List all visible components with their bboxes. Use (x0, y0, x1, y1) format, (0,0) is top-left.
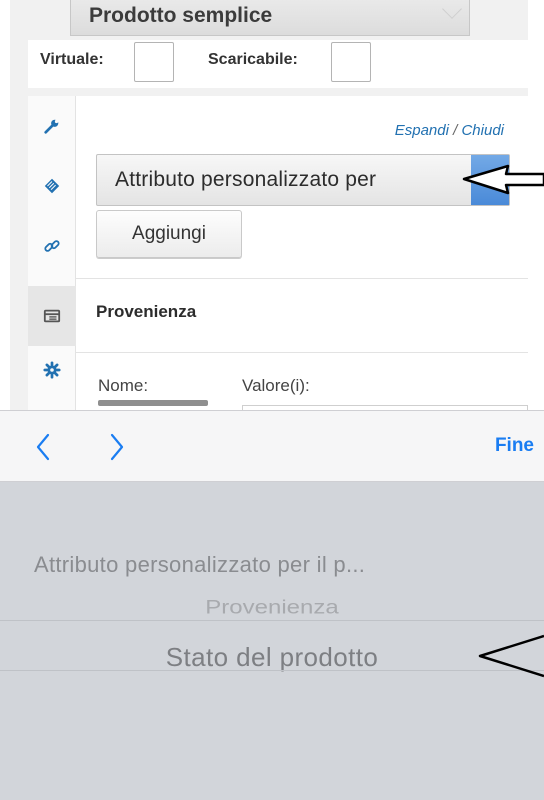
downloadable-label: Scaricabile: (208, 51, 298, 68)
chevron-right-icon[interactable] (102, 431, 130, 463)
picker-option[interactable]: Attributo personalizzato per il p... (34, 552, 365, 578)
screen: Prodotto semplice Virtuale: Scaricabile: (0, 0, 544, 800)
attribute-taxonomy-select[interactable]: Attributo personalizzato per (96, 154, 510, 206)
done-button[interactable]: Fine (495, 435, 534, 457)
annotation-arrow-icon (478, 634, 544, 678)
product-data-tabs (28, 96, 76, 410)
selection-line-bottom (0, 670, 544, 671)
chevron-down-icon (442, 0, 462, 19)
picker-option-selected[interactable]: Stato del prodotto (0, 642, 544, 673)
table-icon (43, 309, 61, 323)
picker-toolbar: Fine (0, 410, 544, 482)
gear-icon (43, 361, 61, 379)
attribute-values-label: Valore(i): (242, 376, 310, 395)
tab-inventory[interactable] (28, 156, 76, 216)
tab-advanced[interactable] (28, 340, 76, 400)
virtual-checkbox[interactable] (134, 42, 174, 82)
expand-link[interactable]: Espandi (395, 122, 449, 139)
attribute-name-label: Nome: (98, 376, 149, 395)
attributes-panel: Espandi / Chiudi Attributo personalizzat… (76, 96, 528, 415)
add-attribute-label: Aggiungi (132, 223, 206, 244)
tag-icon (44, 178, 60, 194)
picker-wheel[interactable]: Attributo personalizzato per il p... Pro… (0, 482, 544, 800)
annotation-arrow-icon (462, 164, 544, 195)
wrench-icon (44, 119, 59, 134)
selection-line-top (0, 620, 544, 621)
picker-option[interactable]: Provenienza (0, 597, 544, 619)
divider (76, 278, 528, 279)
chevron-left-icon[interactable] (30, 431, 58, 463)
attribute-name-value (98, 400, 208, 406)
expand-collapse-links: Espandi / Chiudi (395, 122, 504, 139)
downloadable-checkbox[interactable] (331, 42, 371, 82)
product-type-select[interactable]: Prodotto semplice (70, 0, 470, 36)
attribute-select-value: Attributo personalizzato per (115, 168, 377, 191)
tab-attributes[interactable] (28, 286, 76, 346)
separator: / (453, 122, 458, 139)
product-type-value: Prodotto semplice (89, 4, 273, 27)
tab-linked-products[interactable] (28, 216, 76, 276)
link-icon (44, 240, 60, 252)
add-attribute-button[interactable]: Aggiungi (96, 210, 242, 258)
attribute-title[interactable]: Provenienza (96, 302, 196, 322)
collapse-link[interactable]: Chiudi (461, 122, 504, 139)
product-options-row: Virtuale: Scaricabile: (28, 40, 528, 88)
divider (76, 352, 528, 353)
virtual-label: Virtuale: (40, 51, 104, 68)
tab-general[interactable] (28, 96, 76, 156)
